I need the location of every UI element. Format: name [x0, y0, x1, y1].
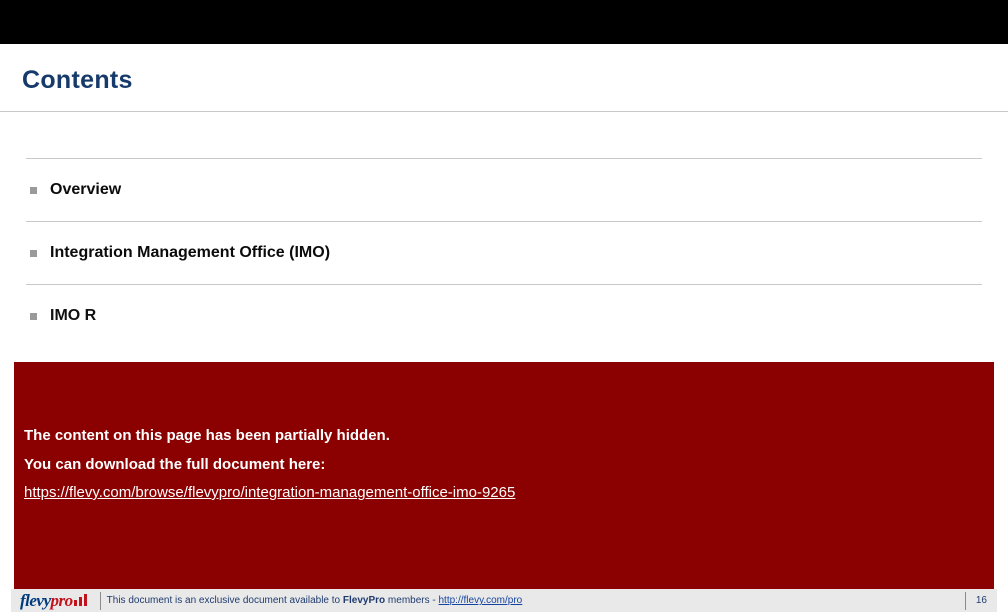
footer-divider	[965, 592, 966, 610]
flevypro-logo: flevypro	[11, 591, 96, 611]
page-number: 16	[976, 595, 987, 606]
table-of-contents: Overview Integration Management Office (…	[0, 112, 1008, 347]
logo-text-flevy: flevy	[20, 591, 51, 611]
toc-item: IMO R	[26, 285, 982, 347]
page-title: Contents	[22, 66, 982, 95]
footer-text-prefix: This document is an exclusive document a…	[107, 595, 343, 606]
footer-text: This document is an exclusive document a…	[107, 595, 523, 606]
footer-members: FlevyPro	[343, 595, 385, 606]
overlay-download-link[interactable]: https://flevy.com/browse/flevypro/integr…	[24, 484, 515, 501]
toc-item: Overview	[26, 159, 982, 221]
footer-bar: flevypro This document is an exclusive d…	[11, 589, 997, 612]
slide-body: Contents Overview Integration Management…	[0, 44, 1008, 347]
top-black-bar	[0, 0, 1008, 44]
logo-bars-icon	[74, 594, 87, 606]
toc-item-label: Overview	[50, 181, 121, 199]
footer-divider	[100, 592, 101, 610]
bullet-icon	[30, 250, 37, 257]
bullet-icon	[30, 187, 37, 194]
footer-text-suffix: members -	[385, 595, 438, 606]
hidden-content-overlay: The content on this page has been partia…	[14, 362, 994, 612]
logo-text-pro: pro	[51, 591, 73, 611]
toc-item: Integration Management Office (IMO)	[26, 222, 982, 284]
overlay-line-1: The content on this page has been partia…	[24, 422, 984, 451]
toc-item-label: IMO R	[50, 307, 96, 325]
footer-right: 16	[955, 592, 997, 610]
bullet-icon	[30, 313, 37, 320]
title-wrap: Contents	[0, 44, 1008, 105]
toc-item-label: Integration Management Office (IMO)	[50, 244, 330, 262]
footer-link[interactable]: http://flevy.com/pro	[439, 595, 523, 606]
overlay-line-2: You can download the full document here:	[24, 451, 984, 480]
